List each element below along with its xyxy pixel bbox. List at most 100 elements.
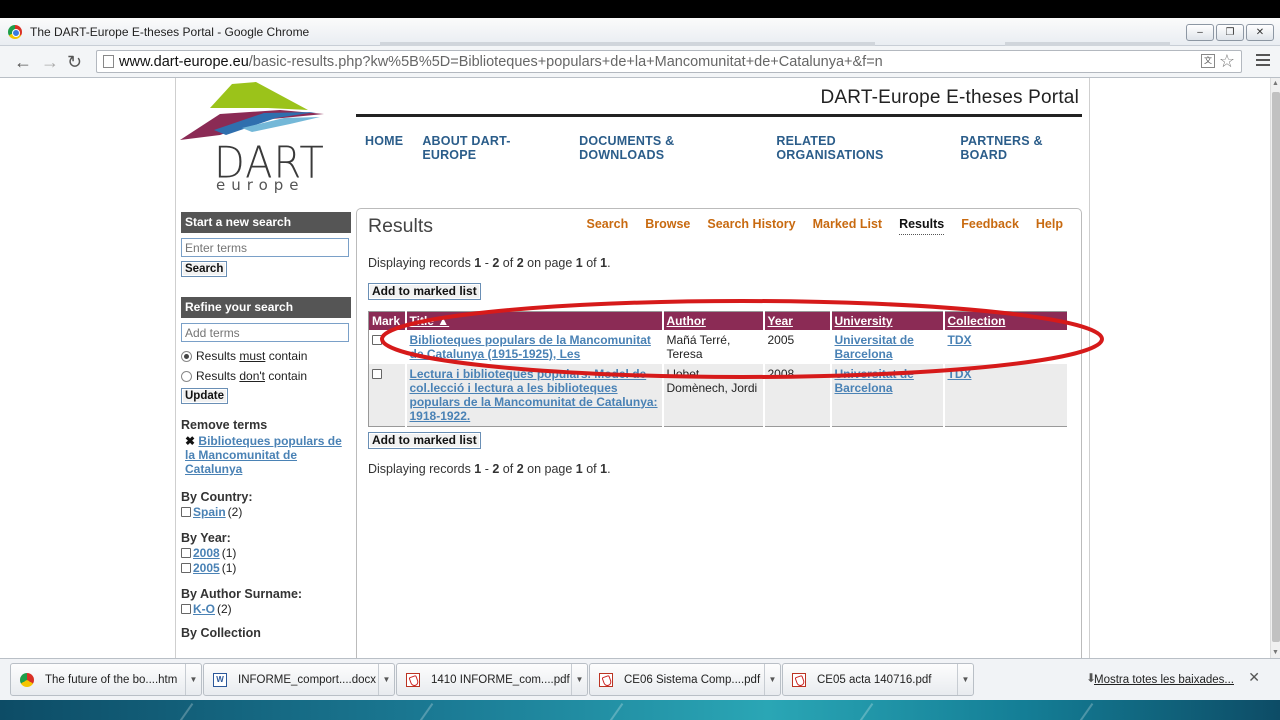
facet-item-author[interactable]: K-O (2) [181, 602, 351, 616]
col-university[interactable]: University [830, 311, 945, 330]
update-button[interactable]: Update [181, 388, 228, 404]
subnav-help[interactable]: Help [1036, 217, 1063, 235]
download-item[interactable]: W INFORME_comport....docx ▼ [203, 663, 395, 696]
result-title-link[interactable]: Lectura i biblioteques populars. Model d… [410, 367, 658, 423]
facet-checkbox[interactable] [181, 548, 191, 558]
mark-checkbox[interactable] [372, 368, 382, 379]
chevron-down-icon[interactable]: ▼ [378, 664, 394, 695]
nav-home[interactable]: HOME [365, 134, 403, 162]
logo-subtext: europe [216, 176, 305, 194]
download-bar: The future of the bo....htm ▼ W INFORME_… [0, 658, 1280, 700]
collection-heading: By Collection [181, 626, 261, 640]
add-to-marked-list-button-bottom[interactable]: Add to marked list [368, 432, 481, 449]
facet-item-year[interactable]: 2005 (1) [181, 561, 351, 575]
result-title-link[interactable]: Biblioteques populars de la Mancomunitat… [410, 333, 651, 361]
result-university-link[interactable]: Universitat de Barcelona [835, 333, 914, 361]
scroll-down-icon[interactable]: ▼ [1272, 649, 1279, 656]
result-collection-link[interactable]: TDX [948, 333, 972, 347]
chevron-down-icon[interactable]: ▼ [764, 664, 780, 695]
close-icon[interactable]: ✕ [1246, 24, 1274, 41]
result-author: Mañá Terré, Teresa [662, 329, 765, 364]
remove-term-link[interactable]: Biblioteques populars de la Mancomunitat… [185, 434, 342, 476]
vertical-scrollbar[interactable]: ▲ ▼ [1270, 78, 1280, 658]
chevron-down-icon[interactable]: ▼ [185, 664, 201, 695]
translate-icon[interactable]: 文 [1201, 54, 1215, 68]
records-summary: Displaying records 1 - 2 of 2 on page 1 … [368, 256, 611, 270]
refine-heading: Refine your search [181, 297, 351, 318]
col-collection[interactable]: Collection [943, 311, 1069, 330]
pdf-file-icon [406, 673, 420, 687]
chevron-down-icon[interactable]: ▼ [571, 664, 587, 695]
desktop-wallpaper-strip [0, 700, 1280, 720]
result-collection-link[interactable]: TDX [948, 367, 972, 381]
new-search-heading: Start a new search [181, 212, 351, 233]
facet-checkbox[interactable] [181, 507, 191, 517]
close-download-bar-icon[interactable]: ✕ [1248, 669, 1260, 686]
mark-checkbox[interactable] [372, 334, 382, 345]
chrome-menu-icon[interactable] [1256, 54, 1270, 69]
page-viewport: DART europe DART-Europe E-theses Portal … [0, 78, 1270, 658]
facet-checkbox[interactable] [181, 604, 191, 614]
download-item[interactable]: CE06 Sistema Comp....pdf ▼ [589, 663, 781, 696]
chrome-logo-icon [8, 25, 22, 39]
radio-must-contain[interactable]: Results must contain [181, 348, 351, 364]
nav-documents[interactable]: DOCUMENTS & DOWNLOADS [579, 134, 757, 162]
back-arrow-icon[interactable]: ← [14, 52, 32, 72]
subnav-search[interactable]: Search [587, 217, 629, 235]
radio-dont-icon[interactable] [181, 370, 192, 382]
subnav-feedback[interactable]: Feedback [961, 217, 1019, 235]
results-table: Mark Title ▲ Author Year University Coll… [368, 311, 1069, 427]
restore-icon[interactable]: ❐ [1216, 24, 1244, 41]
radio-must-icon[interactable] [181, 350, 192, 362]
address-bar[interactable]: www.dart-europe.eu/basic-results.php?kw%… [96, 50, 1242, 73]
forward-arrow-icon[interactable]: → [41, 52, 59, 72]
download-item[interactable]: 1410 INFORME_com....pdf ▼ [396, 663, 588, 696]
table-row: Biblioteques populars de la Mancomunitat… [368, 329, 1069, 364]
url-text[interactable]: www.dart-europe.eu/basic-results.php?kw%… [119, 54, 883, 70]
pdf-file-icon [792, 673, 806, 687]
portal-title: DART-Europe E-theses Portal [820, 87, 1079, 108]
minimize-icon[interactable]: – [1186, 24, 1214, 41]
download-item[interactable]: The future of the bo....htm ▼ [10, 663, 202, 696]
nav-related-organisations[interactable]: RELATED ORGANISATIONS [776, 134, 941, 162]
col-year[interactable]: Year [763, 311, 832, 330]
radio-dont-contain[interactable]: Results don't contain [181, 368, 351, 384]
show-all-downloads-link[interactable]: Mostra totes les baixades... [1094, 674, 1234, 686]
chevron-down-icon[interactable]: ▼ [957, 664, 973, 695]
sub-navigation: Search Browse Search History Marked List… [587, 217, 1063, 235]
new-search-input[interactable] [181, 238, 349, 257]
subnav-results[interactable]: Results [899, 217, 945, 235]
dart-europe-logo[interactable]: DART europe [180, 80, 325, 195]
col-title[interactable]: Title ▲ [405, 311, 664, 330]
scroll-thumb[interactable] [1272, 92, 1280, 642]
result-university-link[interactable]: Universitat de Barcelona [835, 367, 914, 395]
remove-x-icon[interactable]: ✖ [185, 434, 195, 448]
remove-terms-heading: Remove terms [181, 418, 268, 432]
add-to-marked-list-button[interactable]: Add to marked list [368, 283, 481, 300]
download-item[interactable]: CE05 acta 140716.pdf ▼ [782, 663, 974, 696]
subnav-marked-list[interactable]: Marked List [813, 217, 882, 235]
bookmark-star-icon[interactable]: ☆ [1219, 51, 1235, 72]
nav-partners[interactable]: PARTNERS & BOARD [960, 134, 1089, 162]
subnav-search-history[interactable]: Search History [707, 217, 795, 235]
facet-item-country[interactable]: Spain (2) [181, 505, 351, 519]
pdf-file-icon [599, 673, 613, 687]
results-panel: Results Search Browse Search History Mar… [356, 208, 1082, 658]
facet-item-year[interactable]: 2008 (1) [181, 546, 351, 560]
scroll-up-icon[interactable]: ▲ [1272, 80, 1279, 87]
window-controls: – ❐ ✕ [1186, 24, 1274, 41]
col-mark: Mark [368, 311, 407, 330]
reload-icon[interactable]: ↻ [67, 52, 82, 72]
result-year: 2005 [763, 329, 832, 364]
facet-checkbox[interactable] [181, 563, 191, 573]
screen-top-band [0, 0, 1280, 18]
col-author[interactable]: Author [662, 311, 765, 330]
table-row: Lectura i biblioteques populars. Model d… [368, 363, 1069, 426]
subnav-browse[interactable]: Browse [645, 217, 690, 235]
nav-about[interactable]: ABOUT DART-EUROPE [422, 134, 560, 162]
search-button[interactable]: Search [181, 261, 228, 277]
table-header-row: Mark Title ▲ Author Year University Coll… [368, 311, 1069, 330]
remove-term-item: ✖ Biblioteques populars de la Mancomunit… [181, 434, 351, 476]
year-heading: By Year: [181, 531, 231, 545]
refine-input[interactable] [181, 323, 349, 342]
